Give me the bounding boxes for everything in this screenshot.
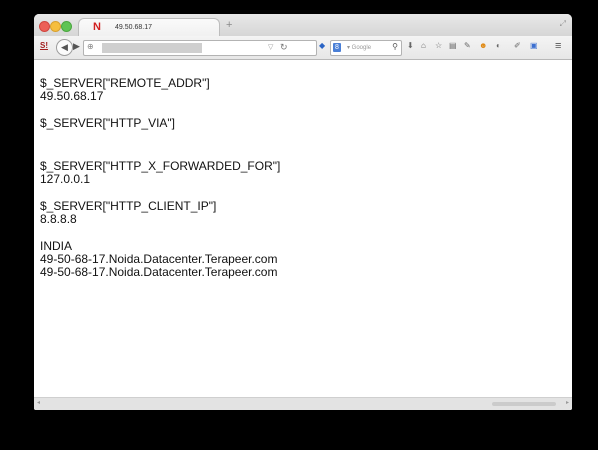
tab-title: 49.50.68.17 bbox=[115, 24, 152, 31]
title-bar: N 49.50.68.17 + ⤢ bbox=[34, 14, 572, 37]
scroll-thumb[interactable] bbox=[492, 402, 556, 406]
tab-active[interactable]: N 49.50.68.17 bbox=[78, 18, 220, 37]
remote-addr-value: 49.50.68.17 bbox=[40, 89, 104, 103]
site-identity-icon[interactable]: ⊕ bbox=[87, 42, 94, 51]
history-dropdown-icon[interactable]: ▽ bbox=[268, 43, 273, 51]
horizontal-scrollbar[interactable]: ◂ ▸ bbox=[34, 397, 572, 410]
smiley-icon[interactable]: ☻ bbox=[479, 41, 487, 50]
clipboard-icon[interactable]: ▤ bbox=[449, 41, 457, 50]
nav-toolbar: S! ◀ ▶ ⊕ ▽ ↻ ◆ 8 ▾ Google ⚲ ⬇ ⌂ ☆ ▤ ✎ ☻ … bbox=[34, 36, 572, 60]
star-icon[interactable]: ☆ bbox=[435, 41, 442, 50]
scroll-left-icon[interactable]: ◂ bbox=[37, 399, 40, 406]
server-var-x-forwarded-for: $_SERVER["HTTP_X_FORWARDED_FOR"] bbox=[40, 159, 281, 173]
search-icon[interactable]: ⚲ bbox=[392, 42, 398, 51]
addon-s-button[interactable]: S! bbox=[40, 41, 48, 50]
country-text: INDIA bbox=[40, 239, 73, 253]
browser-window: N 49.50.68.17 + ⤢ S! ◀ ▶ ⊕ ▽ ↻ ◆ 8 ▾ Goo… bbox=[34, 14, 572, 410]
server-var-remote-addr: $_SERVER["REMOTE_ADDR"] bbox=[40, 76, 210, 90]
page-content: $_SERVER["REMOTE_ADDR"] 49.50.68.17 $_SE… bbox=[34, 60, 572, 397]
close-window-button[interactable] bbox=[39, 21, 50, 32]
hostname-text: 49-50-68-17.Noida.Datacenter.Terapeer.co… bbox=[40, 265, 278, 279]
addon-icon[interactable]: ✎ bbox=[464, 41, 471, 50]
tools-icon[interactable]: ✐ bbox=[514, 41, 521, 50]
reload-icon[interactable]: ↻ bbox=[280, 42, 288, 53]
search-placeholder: ▾ Google bbox=[347, 45, 372, 51]
x-forwarded-for-value: 127.0.0.1 bbox=[40, 172, 91, 186]
server-var-http-via: $_SERVER["HTTP_VIA"] bbox=[40, 116, 176, 130]
maximize-window-button[interactable] bbox=[61, 21, 72, 32]
back-button[interactable]: ◀ bbox=[56, 39, 73, 56]
client-ip-value: 8.8.8.8 bbox=[40, 212, 77, 226]
menu-button[interactable]: ≡ bbox=[555, 40, 561, 52]
search-box[interactable]: 8 ▾ Google ⚲ bbox=[330, 40, 402, 56]
scroll-right-icon[interactable]: ▸ bbox=[566, 399, 569, 406]
download-icon[interactable]: ⬇ bbox=[407, 41, 414, 50]
server-var-client-ip: $_SERVER["HTTP_CLIENT_IP"] bbox=[40, 199, 217, 213]
fullscreen-icon[interactable]: ⤢ bbox=[560, 19, 566, 29]
screenshot-icon[interactable]: ▣ bbox=[530, 41, 538, 50]
minimize-window-button[interactable] bbox=[50, 21, 61, 32]
forward-button[interactable]: ▶ bbox=[73, 41, 80, 52]
hostname-text: 49-50-68-17.Noida.Datacenter.Terapeer.co… bbox=[40, 252, 278, 266]
provider-icon[interactable]: ◆ bbox=[319, 41, 325, 50]
tab-favicon-icon: N bbox=[93, 21, 101, 33]
url-bar[interactable]: ⊕ ▽ ↻ bbox=[83, 40, 317, 56]
search-engine-icon[interactable]: 8 bbox=[333, 43, 341, 52]
new-tab-icon[interactable]: + bbox=[226, 19, 232, 31]
url-selection-highlight bbox=[102, 43, 202, 53]
home-icon[interactable]: ⌂ bbox=[421, 41, 426, 50]
chat-icon[interactable]: ◐ bbox=[496, 41, 501, 50]
